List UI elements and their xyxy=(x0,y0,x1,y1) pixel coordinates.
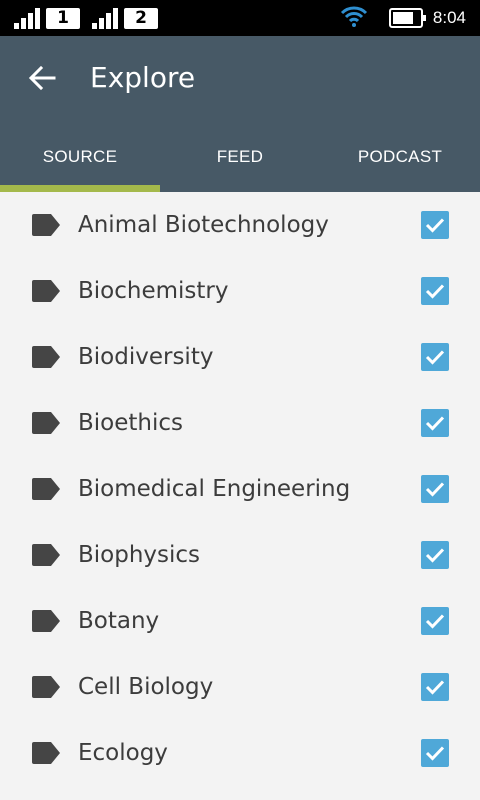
checkmark-icon xyxy=(425,350,445,365)
tag-icon xyxy=(32,544,60,566)
checkmark-icon xyxy=(425,746,445,761)
page-title: Explore xyxy=(90,61,196,94)
checkmark-icon xyxy=(425,614,445,629)
list-item[interactable]: Biodiversity xyxy=(0,324,480,390)
tag-icon xyxy=(32,478,60,500)
list-item-label: Botany xyxy=(78,608,160,634)
list-item-label: Biochemistry xyxy=(78,278,229,304)
tag-icon xyxy=(32,346,60,368)
sim1-badge: 1 xyxy=(46,7,80,29)
checkbox[interactable] xyxy=(421,211,449,239)
checkbox[interactable] xyxy=(421,739,449,767)
signal-strength-icon xyxy=(92,7,120,29)
status-bar: 1 2 8:04 xyxy=(0,0,480,36)
list-item[interactable]: Botany xyxy=(0,588,480,654)
list-item-label: Cell Biology xyxy=(78,674,214,700)
checkbox[interactable] xyxy=(421,607,449,635)
list-item[interactable]: Biochemistry xyxy=(0,258,480,324)
list-item[interactable]: Biomedical Engineering xyxy=(0,456,480,522)
tab-source[interactable]: SOURCE xyxy=(0,116,160,192)
list-item[interactable]: Cell Biology xyxy=(0,654,480,720)
tab-bar: SOURCE FEED PODCAST xyxy=(0,116,480,192)
clock: 8:04 xyxy=(432,8,466,27)
list-item[interactable]: Biophysics xyxy=(0,522,480,588)
checkbox[interactable] xyxy=(421,277,449,305)
tag-icon xyxy=(32,280,60,302)
list-item[interactable]: Animal Biotechnology xyxy=(0,192,480,258)
checkbox[interactable] xyxy=(421,475,449,503)
wifi-icon xyxy=(339,4,369,32)
arrow-back-icon xyxy=(28,65,56,91)
checkmark-icon xyxy=(425,218,445,233)
list-item-label: Ecology xyxy=(78,740,168,766)
tab-podcast[interactable]: PODCAST xyxy=(320,116,480,192)
list-item-label: Biomedical Engineering xyxy=(78,476,351,502)
tag-icon xyxy=(32,610,60,632)
checkmark-icon xyxy=(425,482,445,497)
checkbox[interactable] xyxy=(421,343,449,371)
list-item-label: Animal Biotechnology xyxy=(78,212,329,238)
checkmark-icon xyxy=(425,284,445,299)
back-button[interactable] xyxy=(22,60,62,96)
signal-strength-icon xyxy=(14,7,42,29)
source-list: Animal Biotechnology Biochemistry Biodiv… xyxy=(0,192,480,786)
tag-icon xyxy=(32,412,60,434)
list-item[interactable]: Bioethics xyxy=(0,390,480,456)
list-item-label: Bioethics xyxy=(78,410,184,436)
list-item[interactable]: Ecology xyxy=(0,720,480,786)
sim2-badge: 2 xyxy=(124,7,158,29)
tag-icon xyxy=(32,676,60,698)
checkbox[interactable] xyxy=(421,673,449,701)
list-item-label: Biodiversity xyxy=(78,344,214,370)
list-item-label: Biophysics xyxy=(78,542,201,568)
tag-icon xyxy=(32,742,60,764)
tag-icon xyxy=(32,214,60,236)
checkbox[interactable] xyxy=(421,541,449,569)
checkmark-icon xyxy=(425,416,445,431)
checkmark-icon xyxy=(425,680,445,695)
battery-icon xyxy=(388,8,426,28)
app-bar: Explore SOURCE FEED PODCAST xyxy=(0,36,480,192)
checkbox[interactable] xyxy=(421,409,449,437)
tab-feed[interactable]: FEED xyxy=(160,116,320,192)
checkmark-icon xyxy=(425,548,445,563)
